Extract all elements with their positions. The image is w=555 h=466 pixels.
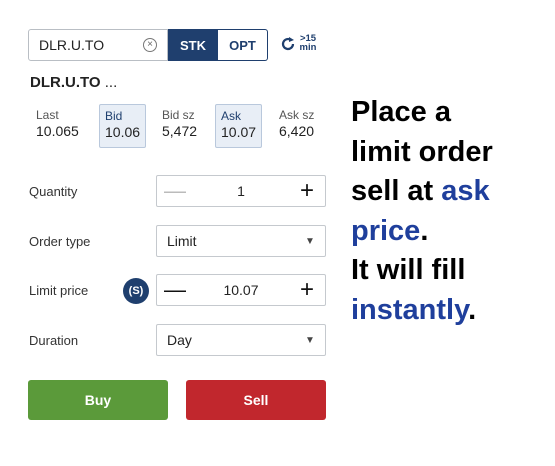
- company-name: DLR.U.TO ...: [30, 74, 118, 91]
- buy-button[interactable]: Buy: [28, 380, 168, 420]
- quantity-label: Quantity: [29, 184, 78, 199]
- quote-ask-size: Ask sz 6,420: [279, 108, 315, 139]
- refresh-button[interactable]: >15 min: [280, 33, 322, 59]
- duration-select[interactable]: Day ▼: [156, 324, 326, 356]
- quantity-increment-button[interactable]: +: [289, 176, 325, 206]
- instruction-caption: Place a limit order sell at ask price. I…: [351, 96, 493, 326]
- chevron-down-icon[interactable]: ▼: [295, 335, 325, 346]
- quote-ask[interactable]: Ask 10.07: [215, 104, 263, 148]
- order-type-select[interactable]: Limit ▼: [156, 225, 326, 257]
- opt-toggle[interactable]: OPT: [218, 29, 268, 61]
- duration-value[interactable]: Day: [167, 332, 295, 348]
- refresh-interval-label: >15 min: [299, 33, 317, 53]
- limit-price-decrement-button[interactable]: —: [157, 275, 193, 305]
- limit-price-input[interactable]: 10.07: [193, 282, 289, 298]
- stk-toggle[interactable]: STK: [168, 29, 218, 61]
- duration-label: Duration: [29, 333, 79, 348]
- quantity-input[interactable]: 1: [193, 183, 289, 199]
- quote-last: Last 10.065: [36, 108, 79, 139]
- currency-icon[interactable]: (S): [123, 278, 149, 304]
- limit-price-label: Limit price: [29, 283, 89, 298]
- order-type-value[interactable]: Limit: [167, 233, 295, 249]
- quote-bid[interactable]: Bid 10.06: [99, 104, 147, 148]
- refresh-icon: [281, 37, 295, 51]
- symbol-input[interactable]: DLR.U.TO ×: [28, 29, 168, 61]
- limit-price-stepper[interactable]: — 10.07 +: [156, 274, 326, 306]
- sell-button[interactable]: Sell: [186, 380, 326, 420]
- symbol-input-value[interactable]: DLR.U.TO: [39, 37, 104, 53]
- quantity-stepper[interactable]: — 1 +: [156, 175, 326, 207]
- order-type-label: Order type: [29, 234, 91, 249]
- limit-price-increment-button[interactable]: +: [289, 275, 325, 305]
- clear-icon[interactable]: ×: [143, 38, 157, 52]
- quantity-decrement-button[interactable]: —: [157, 176, 193, 206]
- chevron-down-icon[interactable]: ▼: [295, 236, 325, 247]
- quote-bid-size: Bid sz 5,472: [162, 108, 198, 139]
